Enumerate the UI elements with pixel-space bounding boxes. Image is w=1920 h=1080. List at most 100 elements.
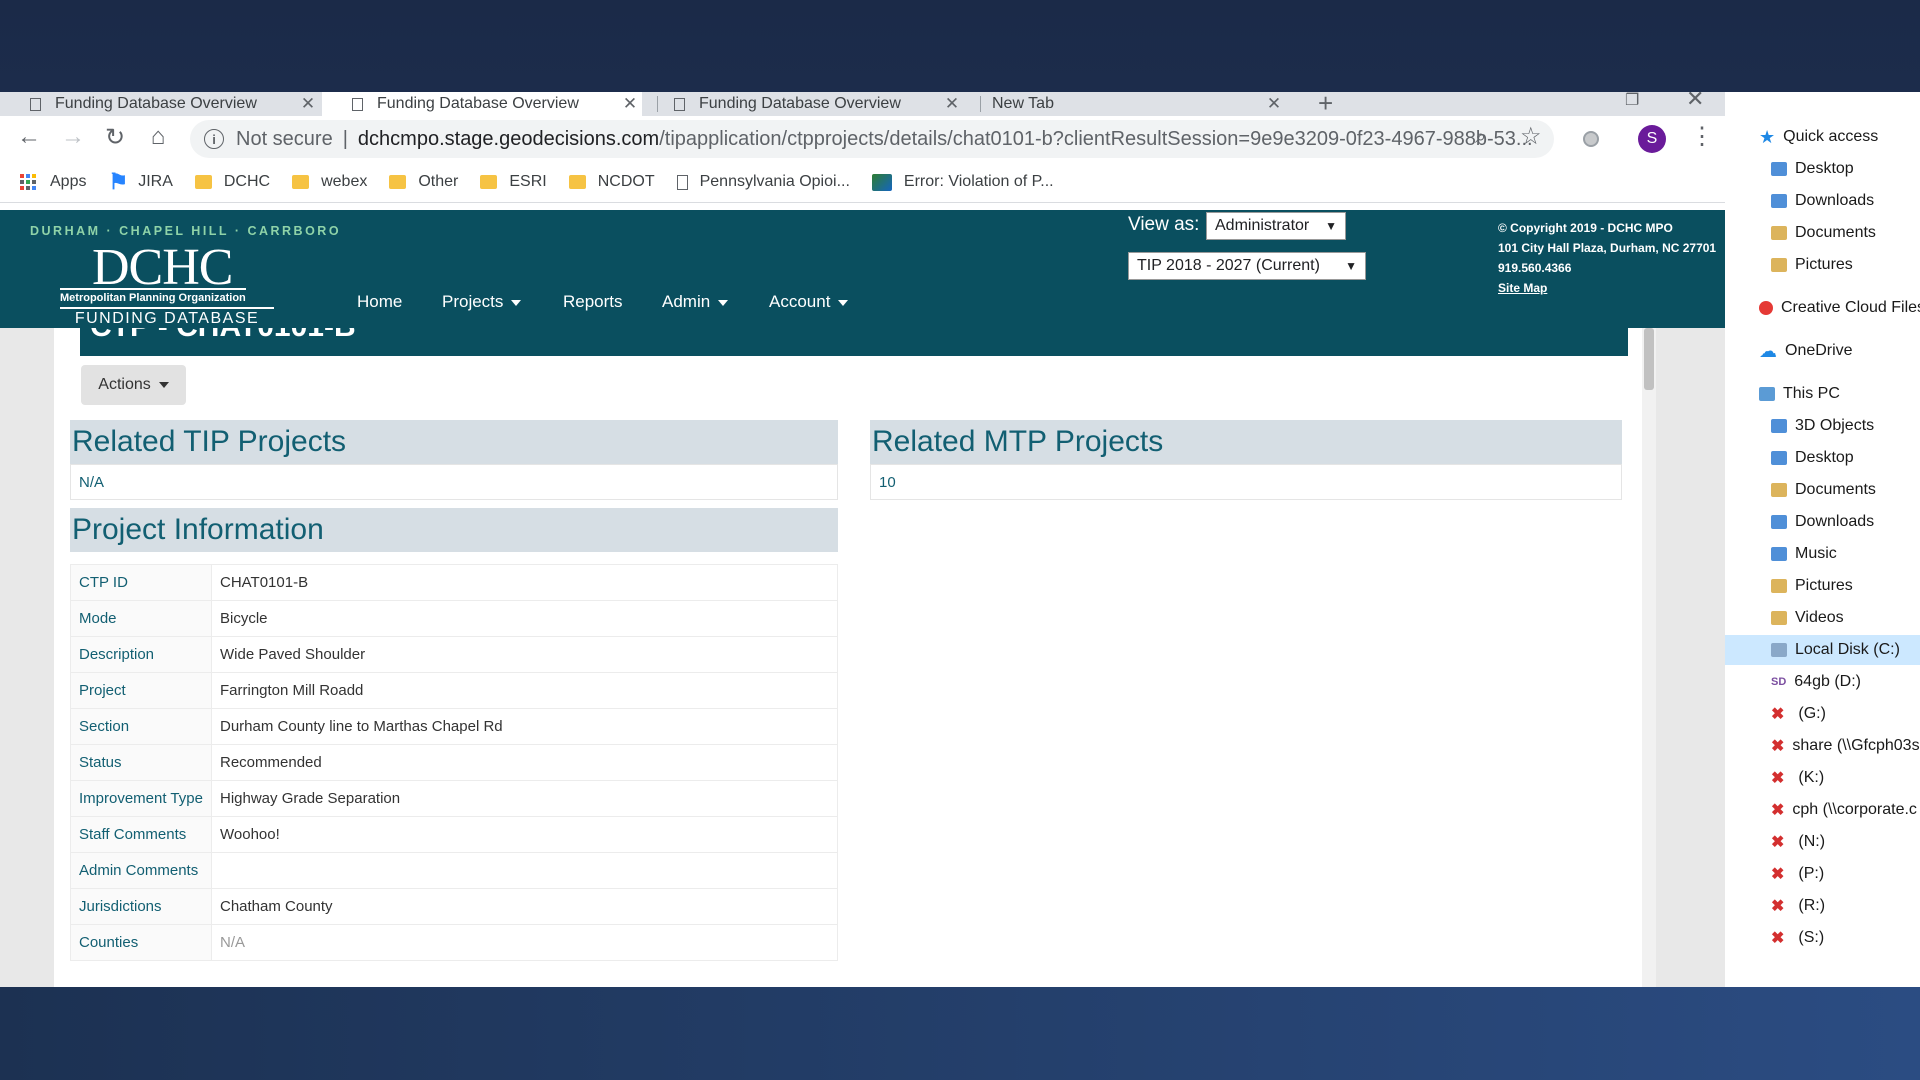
nav-pc-downloads[interactable]: Downloads	[1725, 507, 1920, 537]
browser-tab-3[interactable]: Funding Database Overview ✕	[644, 92, 964, 116]
extension-icon[interactable]	[1583, 131, 1599, 147]
profile-avatar[interactable]: S	[1638, 125, 1666, 153]
nav-documents[interactable]: Documents	[1725, 218, 1920, 248]
view-as-select[interactable]: Administrator ▼	[1206, 212, 1346, 240]
folder-icon	[1771, 258, 1787, 272]
nav-drive-share[interactable]: ✖ share (\\Gfcph03s	[1725, 731, 1920, 761]
field-value: Recommended	[211, 744, 838, 781]
site-map-link[interactable]: Site Map	[1498, 278, 1716, 298]
browser-tab-2[interactable]: Funding Database Overview ✕	[322, 92, 642, 116]
bookmark-folder-ncdot[interactable]: NCDOT	[568, 173, 655, 191]
table-row: Counties N/A	[70, 924, 838, 961]
nav-drive-d[interactable]: SD 64gb (D:)	[1725, 667, 1920, 697]
related-tip-value: N/A	[70, 464, 838, 500]
nav-admin[interactable]: Admin	[662, 292, 729, 312]
tip-period-select[interactable]: TIP 2018 - 2027 (Current) ▼	[1128, 252, 1366, 280]
nav-creative-cloud[interactable]: Creative Cloud Files	[1725, 293, 1920, 323]
nav-3d-objects[interactable]: 3D Objects	[1725, 411, 1920, 441]
network-drive-disconnected-icon: ✖	[1771, 930, 1785, 947]
pc-icon	[1759, 387, 1775, 401]
nav-drive-g[interactable]: ✖ (G:)	[1725, 699, 1920, 729]
nav-this-pc[interactable]: This PC	[1725, 379, 1920, 409]
bookmark-apps[interactable]: Apps	[20, 173, 86, 191]
scrollbar[interactable]	[1642, 328, 1656, 987]
nav-home[interactable]: Home	[357, 292, 402, 312]
folder-icon	[292, 175, 310, 189]
nav-drive-p[interactable]: ✖ (P:)	[1725, 859, 1920, 889]
field-value: Chatham County	[211, 888, 838, 925]
nav-pictures[interactable]: Pictures	[1725, 250, 1920, 280]
field-value: Highway Grade Separation	[211, 780, 838, 817]
bookmark-star-icon[interactable]: ☆	[1520, 122, 1542, 151]
nav-pc-desktop[interactable]: Desktop	[1725, 443, 1920, 473]
close-icon[interactable]: ✕	[940, 94, 964, 114]
actions-label: Actions	[98, 376, 151, 393]
chevron-down-icon	[158, 382, 169, 388]
nav-downloads[interactable]: Downloads	[1725, 186, 1920, 216]
home-icon[interactable]: ⌂	[143, 123, 173, 151]
apps-icon	[20, 174, 36, 190]
nav-drive-r[interactable]: ✖ (R:)	[1725, 891, 1920, 921]
bookmark-label: NCDOT	[597, 173, 655, 190]
nav-label: Pictures	[1795, 256, 1853, 273]
nav-drive-k[interactable]: ✖ (K:)	[1725, 763, 1920, 793]
bookmark-folder-other[interactable]: Other	[389, 173, 458, 191]
nav-reports[interactable]: Reports	[563, 292, 623, 312]
nav-drive-s[interactable]: ✖ (S:)	[1725, 923, 1920, 953]
bookmark-pennsylvania[interactable]: Pennsylvania Opioi...	[676, 173, 850, 191]
nav-label: Videos	[1795, 609, 1844, 626]
bookmark-jira[interactable]: ⚑ JIRA	[108, 169, 172, 195]
close-window-icon[interactable]: ✕	[1686, 92, 1704, 112]
folder-icon	[194, 175, 212, 189]
nav-label: 3D Objects	[1795, 417, 1875, 434]
bookmark-error-violation[interactable]: Error: Violation of P...	[871, 173, 1054, 191]
info-icon[interactable]: i	[204, 129, 224, 149]
field-label: Counties	[70, 924, 212, 961]
nav-account[interactable]: Account	[769, 292, 849, 312]
back-arrow-icon[interactable]: ←	[14, 123, 44, 151]
related-mtp-value[interactable]: 10	[870, 464, 1622, 500]
nav-label: Documents	[1795, 481, 1876, 498]
bookmark-folder-webex[interactable]: webex	[292, 173, 367, 191]
close-icon[interactable]: ✕	[296, 94, 320, 114]
address-text: 101 City Hall Plaza, Durham, NC 27701	[1498, 241, 1717, 255]
scrollbar-thumb[interactable]	[1644, 328, 1654, 390]
nav-pc-pictures[interactable]: Pictures	[1725, 571, 1920, 601]
bookmark-folder-dchc[interactable]: DCHC	[194, 173, 270, 191]
bookmark-label: ESRI	[509, 173, 547, 190]
browser-tab-4[interactable]: New Tab ✕	[966, 92, 1286, 116]
chevron-down-icon	[511, 299, 522, 306]
nav-projects[interactable]: Projects	[442, 292, 522, 312]
new-tab-button[interactable]: +	[1318, 92, 1333, 119]
table-row: Staff Comments Woohoo!	[70, 816, 838, 853]
restore-window-icon[interactable]: ❐	[1625, 92, 1639, 110]
nav-drive-cph[interactable]: ✖ cph (\\corporate.c	[1725, 795, 1920, 825]
nav-label: OneDrive	[1785, 342, 1853, 359]
bookmark-label: JIRA	[138, 173, 173, 190]
page-icon	[30, 97, 41, 111]
nav-pc-documents[interactable]: Documents	[1725, 475, 1920, 505]
zoom-icon[interactable]: ⌕	[1475, 126, 1486, 149]
tab-title: Funding Database Overview	[55, 95, 257, 112]
reload-icon[interactable]: ↻	[100, 123, 130, 152]
disk-icon	[1771, 643, 1787, 657]
bookmark-folder-esri[interactable]: ESRI	[480, 173, 547, 191]
close-icon[interactable]: ✕	[618, 94, 642, 114]
close-icon[interactable]: ✕	[1262, 94, 1286, 114]
field-value	[211, 852, 838, 889]
nav-quick-access[interactable]: ★ Quick access	[1725, 122, 1920, 152]
creative-cloud-icon	[1759, 301, 1773, 315]
nav-onedrive[interactable]: ☁ OneDrive	[1725, 336, 1920, 366]
folder-icon	[1771, 419, 1787, 433]
forward-arrow-icon[interactable]: →	[58, 123, 88, 151]
nav-local-disk-c[interactable]: Local Disk (C:)	[1725, 635, 1920, 665]
actions-dropdown-button[interactable]: Actions	[81, 365, 186, 405]
sd-card-icon: SD	[1771, 676, 1787, 688]
nav-videos[interactable]: Videos	[1725, 603, 1920, 633]
browser-tab-1[interactable]: Funding Database Overview ✕	[0, 92, 320, 116]
address-bar[interactable]: i Not secure | dchcmpo.stage.geodecision…	[190, 120, 1554, 158]
nav-desktop[interactable]: Desktop	[1725, 154, 1920, 184]
nav-drive-n[interactable]: ✖ (N:)	[1725, 827, 1920, 857]
browser-menu-icon[interactable]: ⋮	[1690, 122, 1714, 151]
nav-music[interactable]: Music	[1725, 539, 1920, 569]
